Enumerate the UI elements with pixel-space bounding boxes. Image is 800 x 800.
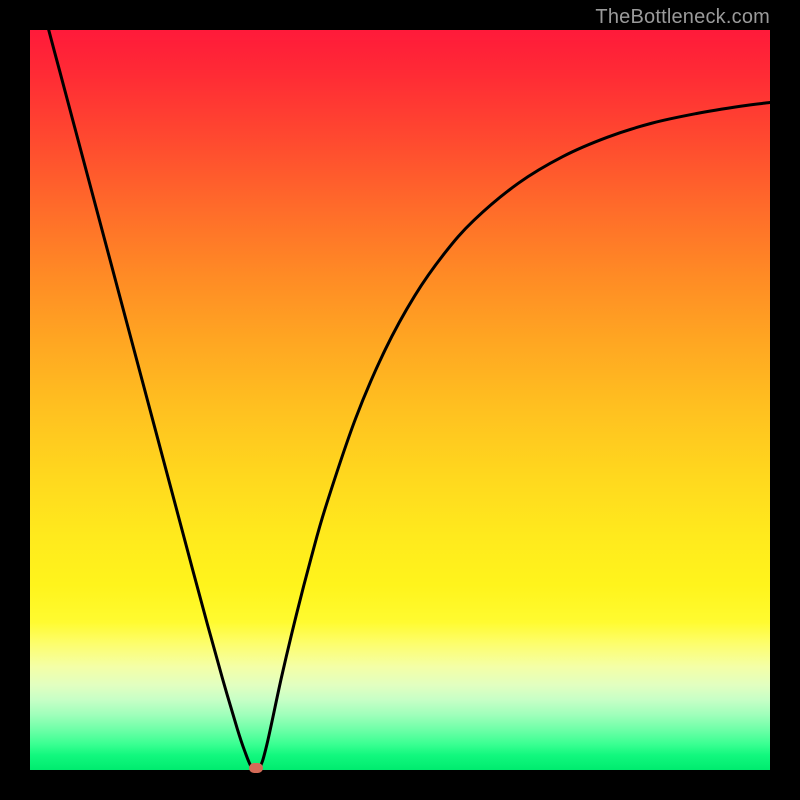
plot-area xyxy=(30,30,770,770)
curve-svg xyxy=(30,30,770,770)
optimum-marker xyxy=(249,763,263,773)
bottleneck-curve xyxy=(30,30,770,770)
chart-frame: TheBottleneck.com xyxy=(0,0,800,800)
watermark-text: TheBottleneck.com xyxy=(595,6,770,29)
